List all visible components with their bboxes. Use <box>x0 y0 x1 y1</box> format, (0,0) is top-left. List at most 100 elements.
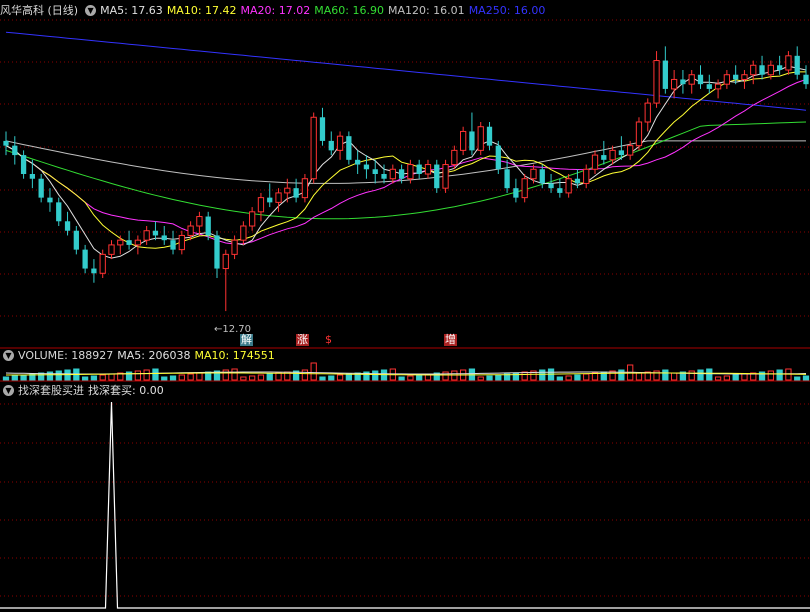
chevron-down-icon[interactable]: ▼ <box>85 5 97 16</box>
indicator-header: ▼ 找深套股买进 找深套买: 0.00 <box>0 384 168 398</box>
candle-body <box>776 65 783 70</box>
candle-body <box>381 174 387 179</box>
volume-bar <box>714 376 722 381</box>
candle-body <box>486 126 493 146</box>
candle-body <box>372 169 378 174</box>
candle-body <box>662 60 668 89</box>
volume-bar <box>732 374 739 381</box>
candle-body <box>442 164 449 189</box>
volume-bar <box>662 369 669 381</box>
candle-body <box>38 178 44 198</box>
candle-body <box>601 155 607 160</box>
candle-body <box>618 150 625 156</box>
main-header: 风华高科 (日线) ▼ MA5: 17.63 MA10: 17.42 MA20: 17.… <box>0 4 549 18</box>
candle-body <box>635 121 643 147</box>
ma5-label: MA5: 17.63 <box>100 4 163 17</box>
candle-body <box>117 239 124 246</box>
volume-bar <box>196 372 203 381</box>
candle-body <box>723 74 731 85</box>
candle-body <box>767 64 774 76</box>
candle-body <box>170 240 176 250</box>
volume-bar <box>187 373 194 381</box>
volume-bar <box>275 372 282 381</box>
volume-bar <box>670 372 678 381</box>
candle-body <box>504 169 510 189</box>
chevron-down-icon[interactable]: ▼ <box>3 385 14 396</box>
candle-body <box>574 178 581 184</box>
ma250-label: MA250: 16.00 <box>468 4 546 17</box>
marker-zhang[interactable]: 涨 <box>296 334 309 346</box>
candle-body <box>20 155 27 174</box>
volume-bar <box>143 369 150 381</box>
candle-body <box>530 168 537 180</box>
candle-body <box>803 74 809 85</box>
candle-body <box>310 116 317 180</box>
candle-body <box>178 234 185 251</box>
candle-body <box>319 117 326 141</box>
candle-body <box>750 64 757 76</box>
candle-body <box>609 149 616 161</box>
volume-bar <box>416 374 423 381</box>
candle-body <box>284 187 291 194</box>
volume-bar <box>723 375 731 381</box>
marker-jie[interactable]: 解 <box>240 334 253 346</box>
candle-body <box>759 65 765 75</box>
candle-body <box>47 197 53 203</box>
ma120-label: MA120: 16.01 <box>387 4 465 17</box>
ma10-label: MA10: 17.42 <box>166 4 237 17</box>
volume-bar <box>11 375 18 381</box>
candle-body <box>73 230 79 250</box>
volume-bar <box>249 375 256 381</box>
volume-bar <box>99 374 106 381</box>
chevron-down-icon[interactable]: ▼ <box>3 350 14 361</box>
volume-bar <box>512 372 520 381</box>
volume-bar <box>635 372 643 381</box>
volume-bar <box>328 375 335 381</box>
stock-title: 风华高科 (日线) <box>0 4 79 17</box>
volume-bar <box>55 370 62 381</box>
candle-body <box>424 164 432 175</box>
candle-body <box>434 164 440 189</box>
volume-bar <box>802 375 810 381</box>
volume-bar <box>152 368 159 381</box>
volume-bar <box>758 371 766 381</box>
volume-bar <box>741 373 748 381</box>
candle-body <box>301 178 309 199</box>
candle-body <box>697 74 704 85</box>
volume-bar <box>618 369 625 381</box>
candle-body <box>495 145 501 170</box>
candle-body <box>355 159 361 165</box>
candle-body <box>680 79 686 85</box>
candle-body <box>557 188 563 193</box>
candle-body <box>583 168 590 184</box>
marker-dollar[interactable]: $ <box>324 334 333 346</box>
candle-body <box>688 74 695 85</box>
ma60-line <box>5 121 807 220</box>
volume-bar <box>574 374 581 381</box>
volume-bar <box>565 375 572 381</box>
candle-body <box>416 164 422 174</box>
candle-body <box>240 225 247 241</box>
kline-chart[interactable] <box>0 0 810 612</box>
volume-bar <box>81 376 89 381</box>
candle-body <box>363 164 370 170</box>
candle-body <box>29 174 36 179</box>
volume-bar <box>161 376 168 381</box>
volume-ma10-label: MA10: 174551 <box>194 349 275 362</box>
candle-body <box>64 221 71 231</box>
volume-bar <box>372 370 379 381</box>
volume-bar <box>240 376 247 381</box>
volume-bar <box>301 369 309 381</box>
marker-zeng[interactable]: 增 <box>444 334 457 346</box>
candle-body <box>126 240 132 245</box>
ma250-line <box>5 31 807 111</box>
candle-body <box>56 202 62 222</box>
candle-body <box>733 74 739 80</box>
ma60-label: MA60: 16.90 <box>314 4 384 17</box>
candle-body <box>187 225 194 236</box>
volume-header: ▼ VOLUME: 188927 MA5: 206038 MA10: 174551 <box>0 349 279 363</box>
volume-bar <box>706 368 713 381</box>
indicator-signal-line <box>0 401 810 609</box>
volume-bar <box>2 376 10 381</box>
candle-body <box>513 188 519 198</box>
